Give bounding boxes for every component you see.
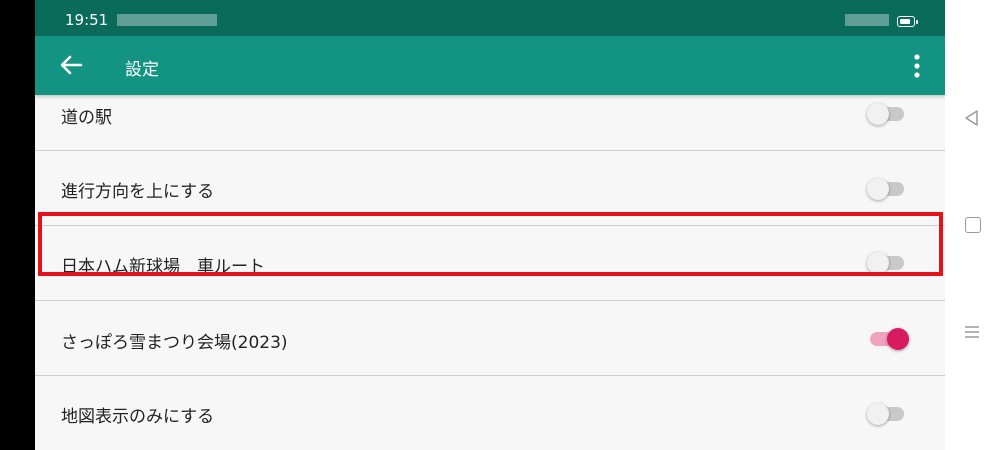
nav-recent-button[interactable] [964, 324, 980, 340]
status-notification-icons [117, 14, 217, 26]
nav-home-square-icon[interactable] [965, 217, 981, 233]
setting-row-fighters-stadium-route[interactable]: 日本ハム新球場 車ルート [35, 226, 945, 301]
switch-thumb [867, 403, 889, 425]
nav-recent-lines-icon [965, 326, 979, 338]
nav-back-triangle-icon [965, 110, 978, 126]
battery-icon [897, 16, 918, 27]
toggle-switch[interactable] [867, 401, 907, 425]
left-bezel [0, 0, 35, 450]
setting-label: 日本ハム新球場 車ルート [61, 257, 265, 277]
arrow-left-icon [60, 55, 83, 75]
setting-row-michi-no-eki[interactable]: 道の駅 [35, 95, 945, 151]
page-title: 設定 [125, 60, 159, 80]
overflow-menu-button[interactable] [903, 50, 931, 82]
setting-label: さっぽろ雪まつり会場(2023) [61, 333, 288, 353]
switch-thumb [867, 252, 889, 274]
setting-row-heading-up[interactable]: 進行方向を上にする [35, 151, 945, 226]
more-vert-icon [914, 54, 920, 78]
toggle-switch[interactable] [867, 101, 907, 125]
toggle-switch[interactable] [867, 250, 907, 274]
switch-thumb [887, 328, 909, 350]
system-navigation-bar [945, 0, 1000, 450]
app-bar: 設定 [35, 36, 945, 95]
toggle-switch[interactable] [867, 176, 907, 200]
nav-back-button[interactable] [963, 109, 981, 127]
switch-thumb [867, 178, 889, 200]
switch-thumb [867, 103, 889, 125]
status-time: 19:51 [65, 11, 109, 29]
setting-label: 道の駅 [61, 108, 112, 128]
setting-label: 地図表示のみにする [61, 407, 215, 427]
setting-label: 進行方向を上にする [61, 182, 215, 202]
app-screen: 19:51 設定 道の駅 進行方向を上にする 日本ハム新球場 車ルート さっぽろ… [35, 0, 945, 450]
setting-row-snow-festival-venue[interactable]: さっぽろ雪まつり会場(2023) [35, 301, 945, 376]
status-signal-icons [845, 14, 889, 26]
setting-row-map-only[interactable]: 地図表示のみにする [35, 376, 945, 450]
status-bar: 19:51 [35, 0, 945, 36]
toggle-switch[interactable] [867, 326, 909, 350]
back-button[interactable] [55, 49, 87, 81]
